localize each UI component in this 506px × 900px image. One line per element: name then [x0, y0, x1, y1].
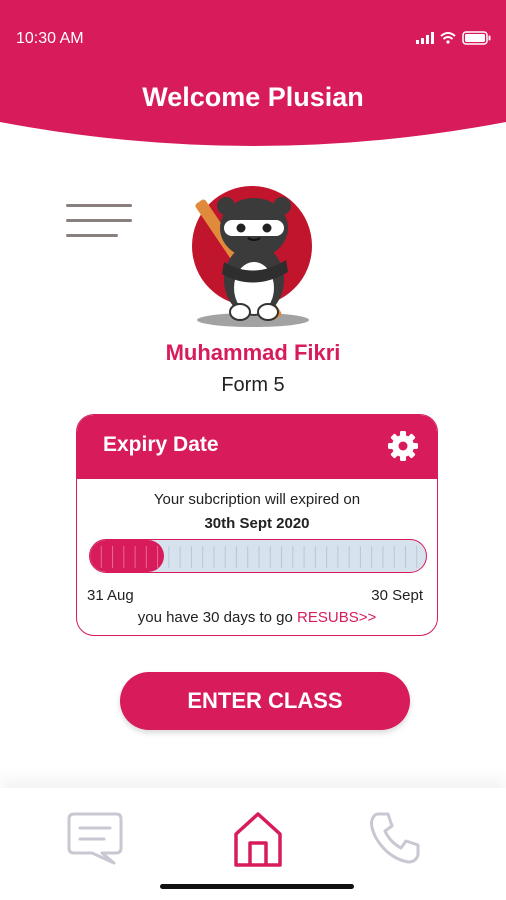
- phone-icon[interactable]: [368, 810, 422, 866]
- days-left-text: you have 30 days to go: [137, 609, 293, 626]
- enter-class-button[interactable]: ENTER CLASS: [120, 672, 410, 730]
- menu-line: [66, 204, 132, 207]
- menu-line: [66, 219, 132, 222]
- home-indicator: [160, 884, 354, 889]
- user-form: Form 5: [221, 374, 285, 396]
- wifi-icon: [440, 32, 456, 44]
- page-title: Welcome Plusian: [142, 82, 364, 112]
- subscription-progress-bar: [89, 539, 427, 573]
- expiry-date: 30th Sept 2020: [204, 515, 310, 532]
- avatar: [190, 184, 320, 332]
- gear-icon[interactable]: [387, 430, 419, 462]
- days-left: you have 30 days to go RESUBS>>: [77, 609, 437, 626]
- expiry-card-header: Expiry Date: [77, 415, 437, 479]
- home-icon[interactable]: [232, 810, 284, 868]
- menu-line: [66, 234, 118, 237]
- status-time: 10:30 AM: [16, 30, 84, 47]
- expiry-message: Your subcription will expired on: [153, 491, 361, 508]
- signal-icon: [416, 32, 434, 44]
- user-name: Muhammad Fikri: [165, 340, 341, 365]
- status-bar: 10:30 AM: [0, 0, 506, 78]
- menu-button[interactable]: [64, 200, 136, 242]
- expiry-card: Expiry Date Your subcription will expire…: [76, 414, 438, 636]
- progress-start-label: 31 Aug: [87, 587, 134, 604]
- chat-icon[interactable]: [66, 810, 124, 866]
- progress-end-label: 30 Sept: [371, 587, 423, 604]
- expiry-card-title: Expiry Date: [103, 433, 219, 456]
- progress-ticks: [100, 546, 418, 568]
- status-icons: [416, 31, 492, 45]
- resubs-link[interactable]: RESUBS>>: [297, 609, 376, 626]
- battery-icon: [462, 31, 491, 45]
